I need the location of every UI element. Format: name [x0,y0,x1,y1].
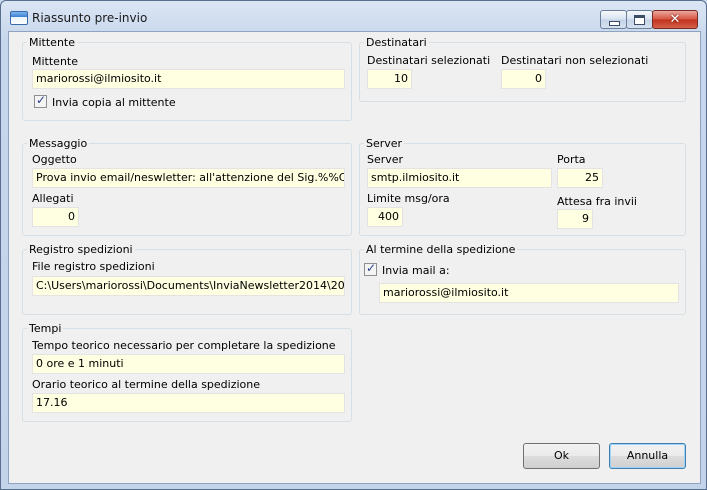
selected-recipients-field[interactable]: 10 [367,69,412,89]
window-title: Riassunto pre-invio [32,11,148,25]
minimize-button[interactable] [600,10,627,29]
server-group: Server [359,137,686,236]
wait-label: Attesa fra invii [557,195,637,208]
copy-to-sender-label: Invia copia al mittente [52,96,176,109]
unselected-recipients-label: Destinatari non selezionati [501,54,649,67]
maximize-button[interactable] [626,10,653,29]
log-file-label: File registro spedizioni [32,260,155,273]
end-time-field[interactable]: 17.16 [32,393,345,413]
mittente-field[interactable]: mariorossi@ilmiosito.it [32,69,345,89]
messaggio-group-title: Messaggio [27,137,90,150]
log-file-field[interactable]: C:\Users\mariorossi\Documents\InviaNewsl… [32,276,345,296]
send-mail-checkbox[interactable] [364,261,377,276]
close-button[interactable]: ✕ [652,10,698,29]
minimize-icon [609,21,620,26]
port-field[interactable]: 25 [557,168,603,188]
subject-label: Oggetto [32,153,77,166]
msg-limit-field[interactable]: 400 [367,207,403,227]
window-app-icon [10,11,28,25]
wait-field[interactable]: 9 [557,209,593,229]
server-group-title: Server [364,137,405,150]
attachments-label: Allegati [32,192,74,205]
selected-recipients-label: Destinatari selezionati [367,54,491,67]
registro-group-title: Registro spedizioni [27,243,135,256]
server-field[interactable]: smtp.ilmiosito.it [367,168,552,188]
ok-button[interactable]: Ok [523,443,600,469]
unselected-recipients-field[interactable]: 0 [501,69,546,89]
server-label: Server [367,153,404,166]
close-icon: ✕ [669,12,681,27]
destinatari-group-title: Destinatari [364,36,429,49]
port-label: Porta [557,153,586,166]
msg-limit-label: Limite msg/ora [367,192,450,205]
termine-group: Al termine della spedizione [359,243,686,315]
title-bar[interactable]: Riassunto pre-invio ✕ [1,1,706,31]
cancel-button[interactable]: Annulla [609,443,686,469]
subject-field[interactable]: Prova invio email/neswletter: all'attenz… [32,168,345,188]
tempi-group-title: Tempi [27,322,64,335]
dialog-client-area: Mittente Mittente mariorossi@ilmiosito.i… [8,31,701,484]
duration-label: Tempo teorico necessario per completare … [32,339,336,352]
mittente-label: Mittente [32,55,78,68]
duration-field[interactable]: 0 ore e 1 minuti [32,354,345,374]
end-time-label: Orario teorico al termine della spedizio… [32,378,261,391]
attachments-field[interactable]: 0 [32,207,79,227]
mittente-group-title: Mittente [27,36,77,49]
send-mail-label: Invia mail a: [382,264,450,277]
maximize-icon [634,15,645,25]
termine-group-title: Al termine della spedizione [364,243,518,256]
copy-to-sender-checkbox[interactable] [34,93,47,108]
notify-email-field[interactable]: mariorossi@ilmiosito.it [379,283,679,303]
dialog-window: Riassunto pre-invio ✕ Mittente Mittente … [0,0,707,490]
